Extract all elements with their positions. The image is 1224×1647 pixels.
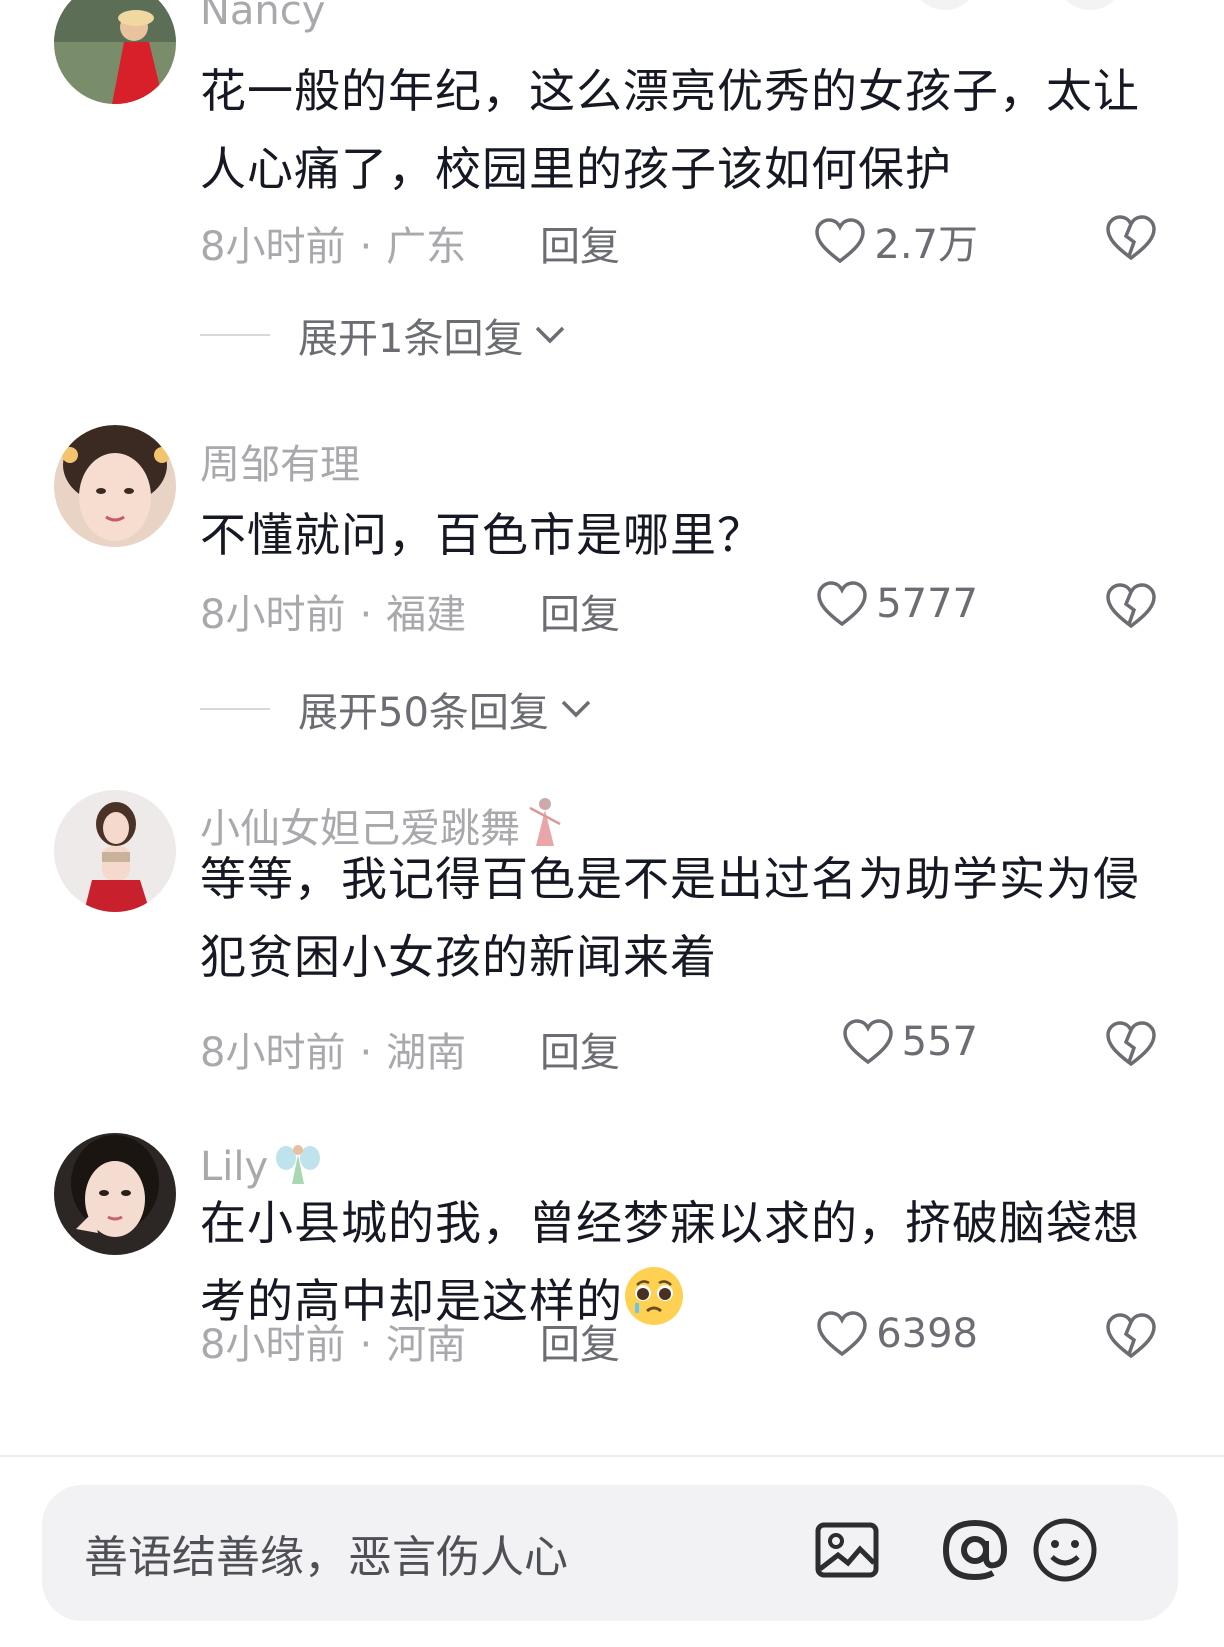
reply-button[interactable]: 回复 [540, 1020, 620, 1078]
expand-replies-label: 展开50条回复 [298, 690, 549, 736]
like-count: 557 [901, 1019, 978, 1065]
pleading-face-emoji [625, 1267, 683, 1325]
expand-replies-button[interactable]: 展开1条回复 [200, 306, 567, 364]
avatar[interactable] [54, 0, 176, 104]
comment-meta: 8小时前 · 广东 [200, 214, 466, 272]
like-button[interactable]: 6398 [816, 1310, 978, 1358]
comment-location: 湖南 [386, 1030, 467, 1076]
comment-time: 8小时前 [200, 224, 346, 270]
avatar[interactable] [54, 1133, 176, 1255]
comment-text: 不懂就问，百色市是哪里？ [200, 508, 764, 562]
separator: · [359, 224, 373, 270]
like-button[interactable]: 5777 [816, 580, 978, 628]
at-icon[interactable] [940, 1515, 1010, 1585]
username[interactable]: Nancy [200, 0, 325, 34]
username[interactable]: 周邹有理 [200, 432, 360, 490]
expand-divider [200, 334, 270, 336]
separator: · [359, 1030, 373, 1076]
fairy-badge-icon [276, 1145, 321, 1184]
smiley-icon[interactable] [1030, 1515, 1100, 1585]
separator: · [359, 1322, 373, 1368]
top-action-icon-right[interactable] [1060, 0, 1120, 10]
comment-text: 花一般的年纪，这么漂亮优秀的女孩子，太让人心痛了，校园里的孩子该如何保护 [200, 64, 1140, 196]
heart-outline-icon [817, 581, 867, 627]
comment-meta: 8小时前 · 福建 [200, 582, 466, 640]
broken-heart-icon[interactable] [1105, 1018, 1157, 1070]
expand-divider [200, 708, 270, 710]
reply-button[interactable]: 回复 [540, 582, 620, 640]
comment-meta: 8小时前 · 湖南 [200, 1020, 466, 1078]
expand-replies-label: 展开1条回复 [298, 316, 524, 362]
comment-time: 8小时前 [200, 1322, 346, 1368]
broken-heart-icon[interactable] [1105, 1310, 1157, 1362]
like-count: 2.7万 [874, 222, 978, 268]
heart-outline-icon [815, 218, 866, 264]
comment-meta: 8小时前 · 河南 [200, 1312, 466, 1370]
comment-input-placeholder[interactable]: 善语结善缘，恶言伤人心 [84, 1521, 568, 1585]
like-button[interactable]: 2.7万 [814, 212, 978, 270]
separator: · [359, 592, 373, 638]
comment-location: 河南 [386, 1322, 467, 1368]
comment-location: 福建 [386, 592, 467, 638]
heart-outline-icon [817, 1311, 867, 1357]
image-icon[interactable] [812, 1515, 882, 1585]
like-count: 5777 [876, 581, 978, 627]
heart-outline-icon [842, 1019, 893, 1065]
like-button[interactable]: 557 [842, 1018, 978, 1066]
comment-time: 8小时前 [200, 592, 346, 638]
username[interactable]: Lily [200, 1140, 322, 1190]
comment-input[interactable]: 善语结善缘，恶言伤人心 [42, 1485, 1178, 1621]
expand-replies-button[interactable]: 展开50条回复 [200, 680, 593, 738]
broken-heart-icon[interactable] [1105, 212, 1157, 264]
chevron-down-icon [561, 700, 591, 718]
comment-location: 广东 [386, 224, 467, 270]
top-action-icon-left[interactable] [915, 0, 975, 10]
comment-text: 等等，我记得百色是不是出过名为助学实为侵犯贫困小女孩的新闻来着 [200, 852, 1140, 984]
like-count: 6398 [876, 1311, 978, 1357]
reply-button[interactable]: 回复 [540, 1312, 620, 1370]
reply-button[interactable]: 回复 [540, 214, 620, 272]
broken-heart-icon[interactable] [1105, 580, 1157, 632]
avatar[interactable] [54, 790, 176, 912]
chevron-down-icon [536, 326, 565, 344]
comment-time: 8小时前 [200, 1030, 346, 1076]
avatar[interactable] [54, 425, 176, 547]
